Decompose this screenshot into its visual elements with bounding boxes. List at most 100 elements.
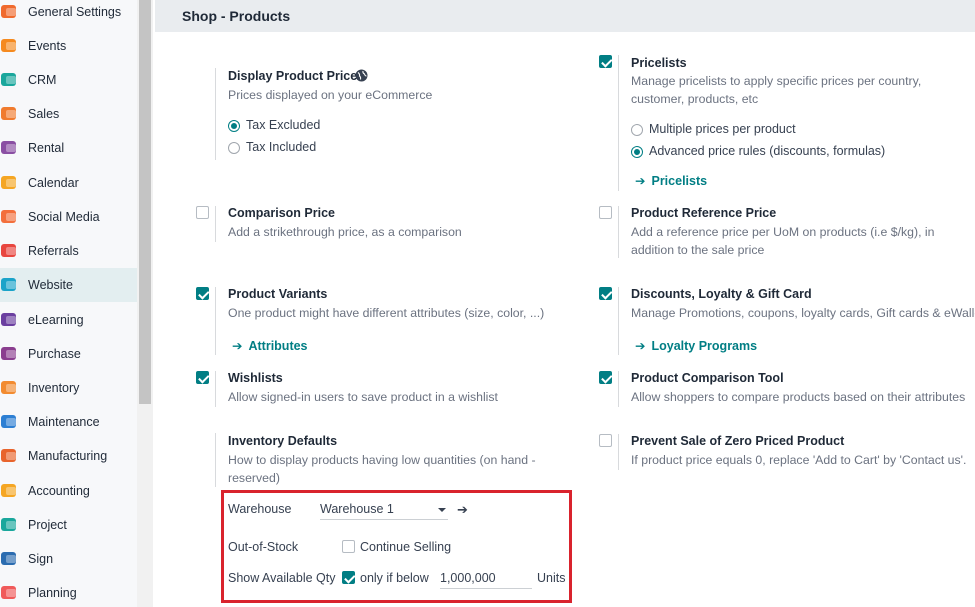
internal-link-arrow-icon[interactable]: ➔ <box>457 502 468 518</box>
sidebar-item-label: Referrals <box>28 244 79 258</box>
sidebar-item-elearning[interactable]: eLearning <box>0 303 137 337</box>
maintenance-icon <box>0 412 19 431</box>
advanced-price-rules-radio[interactable] <box>631 146 643 158</box>
zero-price-description: If product price equals 0, replace 'Add … <box>631 453 967 467</box>
arrow-right-icon: ➔ <box>232 339 243 353</box>
comparison-tool-checkbox[interactable] <box>599 371 612 384</box>
project-icon <box>0 515 19 534</box>
warehouse-label: Warehouse <box>228 502 292 516</box>
continue-selling-label[interactable]: Continue Selling <box>360 540 451 554</box>
sidebar-item-project[interactable]: Project <box>0 508 137 542</box>
setting-divider <box>215 287 216 355</box>
product-variants-title: Product Variants <box>228 287 328 301</box>
sidebar-item-referrals[interactable]: Referrals <box>0 234 137 268</box>
sidebar-item-label: Manufacturing <box>28 449 108 463</box>
sidebar-item-planning[interactable]: Planning <box>0 576 137 607</box>
arrow-right-icon: ➔ <box>635 174 646 188</box>
sidebar-item-label: Accounting <box>28 484 90 498</box>
wishlists-title: Wishlists <box>228 371 283 385</box>
zero-price-title: Prevent Sale of Zero Priced Product <box>631 434 845 448</box>
reference-price-checkbox[interactable] <box>599 206 612 219</box>
sidebar-item-label: Events <box>28 39 67 53</box>
units-label: Units <box>537 571 566 585</box>
elearning-icon <box>0 310 19 329</box>
tax-excluded-radio[interactable] <box>228 120 240 132</box>
pricelists-checkbox[interactable] <box>599 55 612 68</box>
wishlists-description: Allow signed-in users to save product in… <box>228 390 498 404</box>
setting-divider <box>215 206 216 242</box>
tax-excluded-label[interactable]: Tax Excluded <box>246 118 320 132</box>
sidebar-item-label: Rental <box>28 141 65 155</box>
sidebar-item-accounting[interactable]: Accounting <box>0 474 137 508</box>
sidebar-item-maintenance[interactable]: Maintenance <box>0 405 137 439</box>
sidebar-item-label: Sign <box>28 552 54 566</box>
inventory-defaults-title: Inventory Defaults <box>228 434 338 448</box>
setting-divider <box>215 68 216 160</box>
crm-icon <box>0 70 19 89</box>
discounts-loyalty-description: Manage Promotions, coupons, loyalty card… <box>631 306 975 320</box>
sidebar-item-calendar[interactable]: Calendar <box>0 166 137 200</box>
attributes-link[interactable]: ➔ Attributes <box>232 338 308 353</box>
advanced-price-rules-label[interactable]: Advanced price rules (discounts, formula… <box>649 144 885 158</box>
sidebar-item-sales[interactable]: Sales <box>0 97 137 131</box>
sidebar-item-social-media[interactable]: Social Media <box>0 200 137 234</box>
product-variants-checkbox[interactable] <box>196 287 209 300</box>
sidebar-item-crm[interactable]: CRM <box>0 63 137 97</box>
sidebar-item-label: Social Media <box>28 210 100 224</box>
referrals-icon <box>0 241 19 260</box>
pricelists-title: Pricelists <box>631 56 687 70</box>
sidebar-item-events[interactable]: Events <box>0 29 137 63</box>
sidebar-item-sign[interactable]: Sign <box>0 542 137 576</box>
sidebar-item-label: CRM <box>28 73 57 87</box>
comparison-price-checkbox[interactable] <box>196 206 209 219</box>
page-title: Shop - Products <box>182 8 291 24</box>
sidebar-item-label: Calendar <box>28 176 79 190</box>
setting-divider <box>215 371 216 407</box>
setting-divider <box>618 287 619 355</box>
zero-price-checkbox[interactable] <box>599 434 612 447</box>
setting-divider <box>618 55 619 191</box>
multiple-prices-label[interactable]: Multiple prices per product <box>649 122 796 136</box>
tax-included-label[interactable]: Tax Included <box>246 140 316 154</box>
continue-selling-checkbox[interactable] <box>342 540 355 553</box>
warehouse-select[interactable]: Warehouse 1 <box>320 502 448 520</box>
display-prices-description: Prices displayed on your eCommerce <box>228 88 433 102</box>
globe-icon <box>355 69 368 82</box>
sidebar-item-website[interactable]: Website <box>0 268 137 302</box>
sidebar-item-label: General Settings <box>28 5 122 19</box>
accounting-icon <box>0 481 19 500</box>
product-variants-description: One product might have different attribu… <box>228 306 545 320</box>
quantity-threshold-value: 1,000,000 <box>440 571 496 585</box>
social-media-icon <box>0 207 19 226</box>
sidebar-item-label: Sales <box>28 107 60 121</box>
setting-divider <box>618 206 619 258</box>
sidebar-item-label: Purchase <box>28 347 81 361</box>
only-if-below-label[interactable]: only if below <box>360 571 429 585</box>
pricelists-link[interactable]: ➔ Pricelists <box>635 173 707 188</box>
sidebar-item-general-settings[interactable]: General Settings <box>0 0 137 29</box>
loyalty-programs-link-label: Loyalty Programs <box>651 339 758 353</box>
only-if-below-checkbox[interactable] <box>342 571 355 584</box>
comparison-price-description: Add a strikethrough price, as a comparis… <box>228 225 462 239</box>
reference-price-description: Add a reference price per UoM on product… <box>631 225 935 257</box>
sidebar-item-label: Inventory <box>28 381 80 395</box>
sidebar-item-manufacturing[interactable]: Manufacturing <box>0 439 137 473</box>
sidebar-item-rental[interactable]: Rental <box>0 131 137 165</box>
setting-divider <box>618 371 619 407</box>
tax-included-radio[interactable] <box>228 142 240 154</box>
app-sidebar: General Settings Events CRM Sales Rental Cale… <box>0 0 137 607</box>
wishlists-checkbox[interactable] <box>196 371 209 384</box>
sidebar-item-inventory[interactable]: Inventory <box>0 371 137 405</box>
sidebar-item-label: Project <box>28 518 67 532</box>
sidebar-scrollbar-thumb[interactable] <box>139 0 151 404</box>
loyalty-programs-link[interactable]: ➔ Loyalty Programs <box>635 338 757 353</box>
website-icon <box>0 275 19 294</box>
sidebar-item-purchase[interactable]: Purchase <box>0 337 137 371</box>
chevron-down-icon <box>438 508 446 512</box>
multiple-prices-radio[interactable] <box>631 124 643 136</box>
arrow-right-icon: ➔ <box>635 339 646 353</box>
sidebar-item-label: Maintenance <box>28 415 100 429</box>
purchase-icon <box>0 344 19 363</box>
discounts-loyalty-checkbox[interactable] <box>599 287 612 300</box>
quantity-threshold-input[interactable]: 1,000,000 <box>440 571 532 589</box>
